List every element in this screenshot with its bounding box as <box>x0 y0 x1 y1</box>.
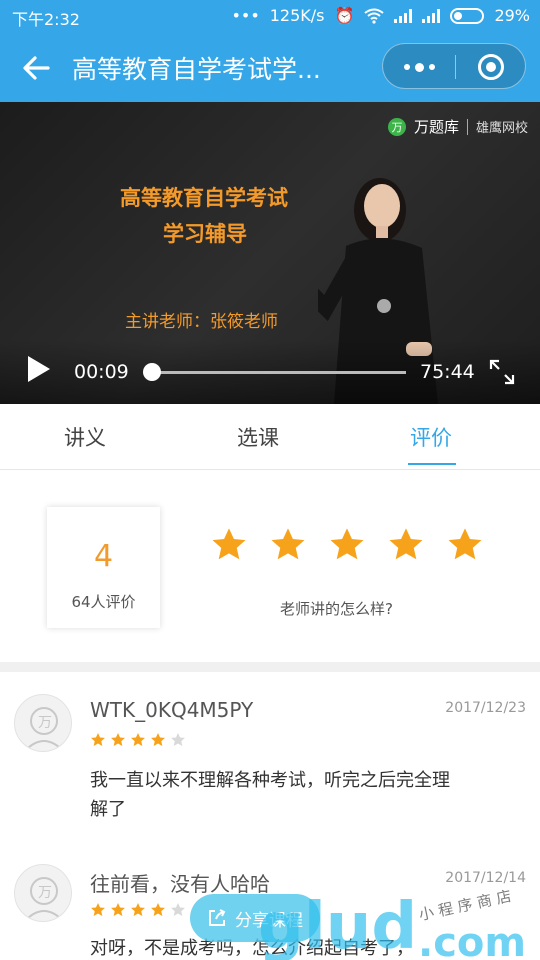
dots-icon: ••• <box>231 6 260 25</box>
star-filled-icon <box>151 733 165 746</box>
capsule-menu <box>382 43 526 89</box>
tab-handout[interactable]: 讲义 <box>64 422 106 452</box>
star-empty-icon <box>171 733 185 746</box>
target-close-icon[interactable] <box>455 44 527 90</box>
wifi-icon <box>364 8 385 24</box>
tab-active-indicator <box>408 463 456 465</box>
progress-track[interactable] <box>152 371 406 374</box>
review-text: 我一直以来不理解各种考试，听完之后完全理解了 <box>90 770 450 820</box>
review-date: 2017/12/14 <box>445 870 526 886</box>
rating-count: 64人评价 <box>71 593 136 611</box>
signal-icon <box>422 8 441 23</box>
partner-name: 雄鹰网校 <box>475 121 528 136</box>
course-title-line2: 学习辅导 <box>163 222 247 246</box>
star-icon[interactable] <box>446 526 484 564</box>
brand-logo: 万 万题库 雄鹰网校 <box>387 116 528 137</box>
current-time: 00:09 <box>74 361 129 383</box>
rate-prompt: 老师讲的怎么样? <box>280 600 393 618</box>
star-filled-icon <box>131 733 145 746</box>
review-item: 万 WTK_0KQ4M5PY 2017/12/23 我一直以来不理解各种考试，听… <box>0 672 540 852</box>
star-icon[interactable] <box>210 526 248 564</box>
video-player[interactable]: 万 万题库 雄鹰网校 高等教育自学考试 学习辅导 主讲老师：张筱老师 00:09… <box>0 102 540 404</box>
tab-course-select[interactable]: 选课 <box>237 422 279 452</box>
nav-bar: 高等教育自学考试学... <box>0 32 540 102</box>
brand-mark: 万 <box>387 117 406 136</box>
star-filled-icon <box>111 733 125 746</box>
video-controls: 00:09 75:44 <box>0 340 540 404</box>
status-time: 下午2:32 <box>12 10 80 29</box>
star-filled-icon <box>151 903 165 916</box>
teacher-label: 主讲老师：张筱老师 <box>125 312 278 332</box>
tab-reviews[interactable]: 评价 <box>410 422 452 452</box>
star-filled-icon <box>91 903 105 916</box>
share-button-label: 分享课程 <box>235 910 303 931</box>
course-title-line1: 高等教育自学考试 <box>120 186 288 210</box>
avatar: 万 <box>14 694 72 752</box>
average-score: 4 <box>93 539 114 574</box>
status-bar: 下午2:32 ••• 125K/s ⏰ 29% <box>0 0 540 32</box>
review-stars <box>90 732 186 748</box>
tab-bar: 讲义 选课 评价 <box>0 404 540 470</box>
share-icon <box>209 909 226 926</box>
progress-thumb[interactable] <box>143 363 161 381</box>
reviewer-name: 往前看，没有人哈哈 <box>90 872 270 896</box>
svg-text:万: 万 <box>38 715 52 731</box>
star-filled-icon <box>131 903 145 916</box>
alarm-icon: ⏰ <box>334 6 355 25</box>
avatar-default-icon: 万 <box>23 877 65 921</box>
share-course-button[interactable]: 分享课程 <box>190 894 320 942</box>
star-icon[interactable] <box>387 526 425 564</box>
status-icons: ••• 125K/s ⏰ 29% <box>231 6 530 25</box>
fullscreen-icon[interactable] <box>488 358 516 386</box>
star-filled-icon <box>111 903 125 916</box>
more-dots-icon[interactable] <box>383 44 455 90</box>
star-icon[interactable] <box>269 526 307 564</box>
star-filled-icon <box>91 733 105 746</box>
rating-summary: 4 64人评价 老师讲的怎么样? <box>0 470 540 662</box>
battery-level: 29% <box>494 6 530 25</box>
review-stars <box>90 902 186 918</box>
star-empty-icon <box>171 903 185 916</box>
avatar: 万 <box>14 864 72 922</box>
review-date: 2017/12/23 <box>445 700 526 716</box>
rate-stars[interactable] <box>210 526 484 564</box>
total-time: 75:44 <box>420 361 475 383</box>
brand-name: 万题库 <box>413 118 459 136</box>
battery-icon <box>450 7 485 24</box>
play-icon[interactable] <box>28 356 50 382</box>
reviewer-name: WTK_0KQ4M5PY <box>90 698 254 722</box>
network-speed: 125K/s <box>269 6 325 25</box>
svg-text:万: 万 <box>38 885 52 901</box>
signal-icon <box>394 8 413 23</box>
avatar-default-icon: 万 <box>23 707 65 751</box>
section-divider <box>0 662 540 672</box>
brand-divider <box>466 118 468 135</box>
page-title: 高等教育自学考试学... <box>72 55 321 84</box>
star-icon[interactable] <box>328 526 366 564</box>
back-arrow-icon[interactable] <box>18 50 54 86</box>
score-card: 4 64人评价 <box>47 507 160 628</box>
